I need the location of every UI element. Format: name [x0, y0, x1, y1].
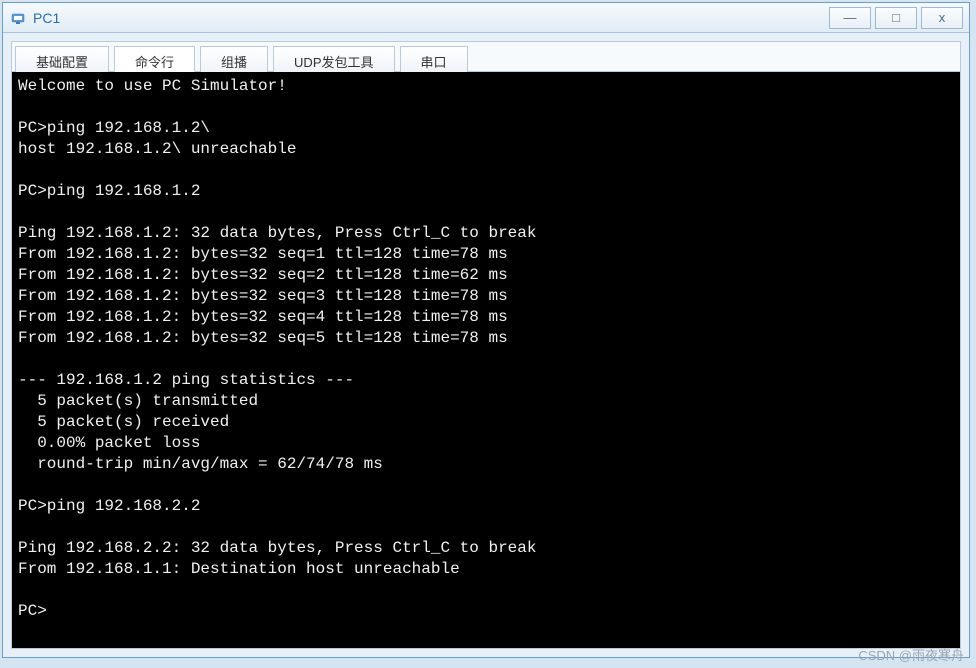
maximize-button[interactable]: □ [875, 7, 917, 29]
window-controls: — □ x [825, 7, 963, 29]
content-area: 基础配置 命令行 组播 UDP发包工具 串口 Welcome to use PC… [11, 41, 961, 649]
tab-udp-tool[interactable]: UDP发包工具 [273, 46, 394, 72]
tab-basic-config[interactable]: 基础配置 [15, 46, 109, 72]
tab-command-line[interactable]: 命令行 [114, 46, 195, 72]
titlebar: PC1 — □ x [3, 3, 969, 33]
tab-multicast[interactable]: 组播 [200, 46, 268, 72]
close-button[interactable]: x [921, 7, 963, 29]
app-icon [9, 9, 27, 27]
minimize-button[interactable]: — [829, 7, 871, 29]
window-title: PC1 [33, 10, 825, 26]
tabstrip: 基础配置 命令行 组播 UDP发包工具 串口 [12, 42, 960, 72]
app-window: PC1 — □ x 基础配置 命令行 组播 UDP发包工具 串口 Welcome… [2, 2, 970, 658]
terminal-output[interactable]: Welcome to use PC Simulator! PC>ping 192… [12, 72, 960, 648]
tab-serial[interactable]: 串口 [400, 46, 468, 72]
watermark: CSDN @雨夜寒舟 [858, 645, 964, 664]
